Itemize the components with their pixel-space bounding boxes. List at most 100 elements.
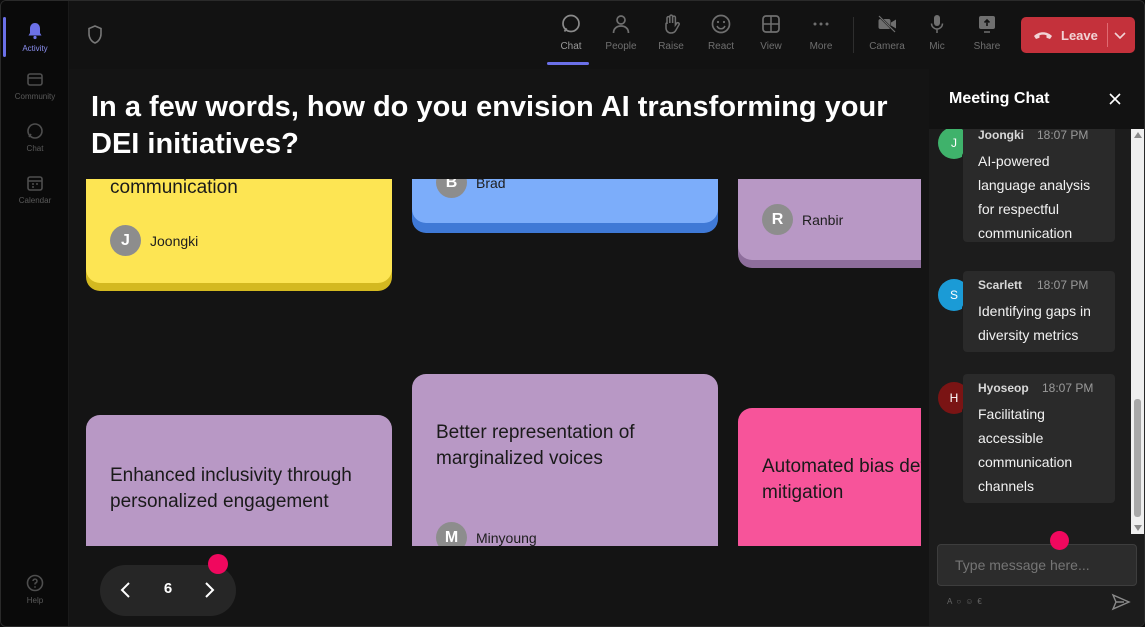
close-icon[interactable] xyxy=(1107,91,1123,107)
chat-button[interactable]: Chat xyxy=(547,9,593,65)
raise-button-label: Raise xyxy=(658,41,684,52)
bell-icon xyxy=(28,23,42,40)
calendar-icon xyxy=(27,176,43,191)
chevron-left-icon[interactable] xyxy=(118,580,134,600)
author-name: Brad xyxy=(476,179,506,191)
avatar: R xyxy=(762,204,793,235)
sticky-note-author: B Brad xyxy=(436,179,506,198)
chat-message-input[interactable] xyxy=(937,544,1137,586)
chat-button-label: Chat xyxy=(560,41,582,52)
people-button[interactable]: People xyxy=(599,9,643,61)
author-name: Ranbir xyxy=(802,211,844,228)
rail-label-community: Community xyxy=(14,92,56,101)
left-rail: Activity Community Chat Calendar Help xyxy=(1,1,69,626)
sticky-note[interactable]: communication J Joongki xyxy=(86,179,392,291)
presentation-stage: In a few words, how do you envision AI t… xyxy=(69,69,929,626)
avatar-initial: J xyxy=(951,136,957,150)
author-name: Minyoung xyxy=(476,529,537,546)
camera-button-label: Camera xyxy=(869,41,905,52)
avatar-initial: S xyxy=(949,288,958,302)
view-button-label: View xyxy=(760,41,782,52)
message-time: 18:07 PM xyxy=(1037,129,1089,142)
avatar: J xyxy=(110,225,141,256)
smiley-icon xyxy=(711,14,731,34)
chevron-right-icon[interactable] xyxy=(201,580,217,600)
format-icon[interactable]: A xyxy=(947,597,952,606)
rail-label-help: Help xyxy=(26,596,44,605)
grid-icon xyxy=(762,15,780,33)
react-button-label: React xyxy=(707,41,735,52)
help-icon xyxy=(26,574,44,592)
message-text: AI-powered language analysis for respect… xyxy=(978,153,1091,241)
more-dots-icon xyxy=(813,22,829,26)
sticky-notes-board: communication J Joongki B Brad R Ranbir … xyxy=(69,179,921,546)
message-bubble: Scarlett 18:07 PM Identifying gaps in di… xyxy=(963,271,1115,352)
message-time: 18:07 PM xyxy=(1042,381,1094,395)
react-button[interactable]: React xyxy=(699,9,743,61)
gif-icon[interactable]: € xyxy=(977,597,981,606)
chevron-down-icon[interactable] xyxy=(1113,28,1127,42)
rail-item-calendar[interactable]: Calendar xyxy=(1,163,69,215)
rail-label-chat: Chat xyxy=(26,144,44,153)
message-bubble: Hyoseop 18:07 PM Facilitating accessible… xyxy=(963,374,1115,503)
camera-off-icon xyxy=(878,15,896,33)
sticky-note-text: Automated bias detection and mitigation xyxy=(762,456,921,503)
chat-message: J Joongki 18:07 PM AI-powered language a… xyxy=(929,129,1131,249)
hand-icon xyxy=(665,14,680,34)
message-time: 18:07 PM xyxy=(1037,278,1089,292)
author-name: Joongki xyxy=(150,232,199,249)
sticky-note-text: communication xyxy=(110,179,238,198)
rail-item-help[interactable]: Help xyxy=(1,563,69,615)
more-button[interactable]: More xyxy=(799,9,843,61)
message-bubble: Joongki 18:07 PM AI-powered language ana… xyxy=(963,129,1115,242)
shield-icon[interactable] xyxy=(87,25,103,45)
meeting-chat-panel: Meeting Chat J Joongki 18:07 PM AI-power… xyxy=(929,69,1144,626)
chat-icon xyxy=(562,14,580,33)
chat-title: Meeting Chat xyxy=(949,90,1050,107)
send-icon[interactable] xyxy=(1111,593,1131,611)
emoji-icon[interactable]: ☺ xyxy=(965,597,973,606)
avatar-initial: H xyxy=(949,391,959,405)
sticky-note[interactable]: Automated bias detection and mitigation xyxy=(738,408,921,546)
chat-message: H Hyoseop 18:07 PM Facilitating accessib… xyxy=(929,374,1131,504)
rail-label-calendar: Calendar xyxy=(18,196,52,205)
sender-name: Joongki xyxy=(978,129,1025,142)
rail-item-activity[interactable]: Activity xyxy=(1,11,69,63)
rail-item-community[interactable]: Community xyxy=(1,59,69,111)
raise-hand-button[interactable]: Raise xyxy=(649,9,693,61)
phone-hangup-icon xyxy=(1034,32,1052,39)
share-screen-icon xyxy=(979,16,995,33)
share-button[interactable]: Share xyxy=(965,9,1009,61)
scroll-up-arrow-icon[interactable] xyxy=(1134,132,1142,138)
avatar: M xyxy=(436,522,467,546)
sticky-note[interactable]: Better representation of marginalized vo… xyxy=(412,374,718,546)
scroll-thumb[interactable] xyxy=(1134,399,1141,517)
poll-question: In a few words, how do you envision AI t… xyxy=(91,91,888,160)
page-number: 6 xyxy=(163,580,173,597)
sticky-note[interactable]: R Ranbir xyxy=(738,179,921,268)
sticky-note[interactable]: B Brad xyxy=(412,179,718,233)
sticky-note[interactable]: Enhanced inclusivity through personalize… xyxy=(86,415,392,546)
rail-item-chat[interactable]: Chat xyxy=(1,111,69,163)
sticky-note-author: R Ranbir xyxy=(762,204,843,235)
mic-button[interactable]: Mic xyxy=(915,9,959,61)
leave-button[interactable]: Leave xyxy=(1021,17,1135,53)
teams-meeting-window: Activity Community Chat Calendar Help Ch… xyxy=(0,0,1145,627)
person-icon xyxy=(612,15,630,34)
avatar: B xyxy=(436,179,467,198)
toolbar-divider xyxy=(853,17,854,53)
community-icon xyxy=(27,73,43,86)
camera-button[interactable]: Camera xyxy=(865,9,909,61)
people-button-label: People xyxy=(605,41,637,52)
sender-name: Hyoseop xyxy=(978,381,1029,395)
scroll-down-arrow-icon[interactable] xyxy=(1134,525,1142,531)
chat-icon xyxy=(27,123,43,139)
chat-header: Meeting Chat xyxy=(929,69,1144,129)
chat-message-list: J Joongki 18:07 PM AI-powered language a… xyxy=(929,129,1131,534)
chat-scrollbar[interactable] xyxy=(1131,129,1144,534)
mic-button-label: Mic xyxy=(929,41,945,52)
message-text: Facilitating accessible communication ch… xyxy=(978,406,1073,494)
attach-icon[interactable]: ○ xyxy=(956,597,961,606)
page-navigator: 6 xyxy=(100,554,236,616)
view-button[interactable]: View xyxy=(749,9,793,61)
